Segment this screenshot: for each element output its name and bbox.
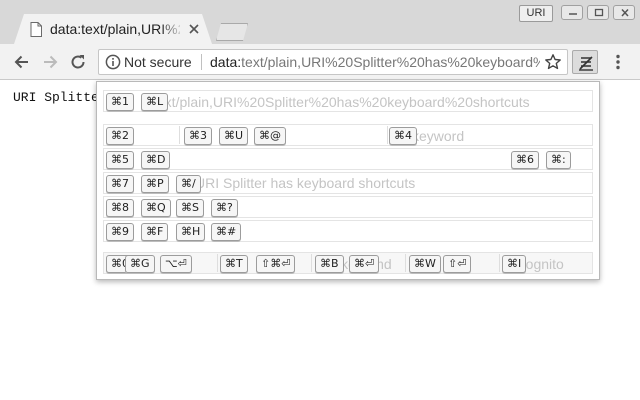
shortcut-key: ⌘2 (106, 127, 134, 145)
arrow-right-icon[interactable] (40, 52, 60, 72)
minimize-button[interactable] (561, 5, 583, 20)
shortcut-key: ⌘5 (106, 151, 134, 169)
shortcut-key[interactable]: ⇧⌘⏎ (256, 255, 296, 273)
close-icon[interactable] (187, 22, 201, 36)
arrow-left-icon[interactable] (12, 52, 32, 72)
new-tab-button[interactable] (216, 23, 248, 41)
uri-splitter-popup: text/plain,URI%20Splitter%20has%20keyboa… (96, 81, 600, 280)
info-icon[interactable] (105, 54, 121, 70)
shortcut-key: ⌘8 (106, 199, 134, 217)
shortcut-key: ⌘D (141, 151, 171, 169)
shortcut-key: ⌘7 (106, 175, 134, 193)
maximize-button[interactable] (587, 5, 609, 20)
shortcut-key: ⌘3 (184, 127, 212, 145)
shortcut-key[interactable]: ⌘W (409, 255, 441, 273)
shortcut-key: ⌘1 (106, 93, 134, 111)
url-text[interactable]: data:text/plain,URI%20Splitter%20has%20k… (210, 54, 540, 70)
shortcut-key[interactable]: ⌘I (502, 255, 527, 273)
field-divider (387, 126, 388, 144)
uri-splitter-extension-button[interactable] (572, 50, 598, 74)
shortcut-key: ⌘4 (389, 127, 417, 145)
shortcut-key[interactable]: ⌘B (315, 255, 344, 273)
keyword-field-text: keyword (412, 128, 465, 144)
shortcut-key[interactable]: ⌥⏎ (160, 255, 192, 273)
url-parts-row (103, 124, 593, 146)
shortcut-key: ⌘L (141, 93, 169, 111)
shortcut-key: ⌘6 (511, 151, 539, 169)
security-label[interactable]: Not secure (124, 54, 192, 70)
uri-splitter-extension-icon (579, 56, 593, 71)
shortcut-key: ⌘# (211, 223, 242, 241)
shortcut-key: ⌘: (546, 151, 571, 169)
tab-title-fade (160, 19, 184, 39)
shortcut-key: ⌘Q (141, 199, 171, 217)
omnibox-divider (201, 54, 202, 70)
close-window-icon (621, 8, 629, 17)
decoded-text: URI Splitter has keyboard shortcuts (195, 175, 416, 191)
star-icon[interactable] (544, 53, 562, 71)
url-rest: text/plain,URI%20Splitter%20has%20keyboa… (241, 54, 540, 70)
maximize-icon (594, 8, 604, 17)
shortcut-key: ⌘@ (254, 127, 286, 145)
shortcut-key: ⌘F (141, 223, 169, 241)
action-divider (405, 254, 406, 272)
shortcut-key: ⌘H (176, 223, 206, 241)
shortcut-key: ⌘/ (176, 175, 201, 193)
shortcut-key: ⌘9 (106, 223, 134, 241)
action-divider (499, 254, 500, 272)
field-divider (179, 126, 180, 144)
shortcut-key[interactable]: ⌘⏎ (349, 255, 380, 273)
page-icon (30, 22, 42, 37)
action-divider (217, 254, 218, 272)
shortcut-key[interactable]: ⌘G (125, 255, 155, 273)
shortcut-key[interactable]: ⌘T (220, 255, 248, 273)
vertical-dots-menu-icon[interactable] (608, 52, 628, 72)
action-divider (311, 254, 312, 272)
profile-badge[interactable]: URI (519, 5, 553, 22)
shortcut-key: ⌘P (141, 175, 169, 193)
shortcut-key[interactable]: ⇧⏎ (443, 255, 472, 273)
minimize-icon (569, 13, 577, 15)
shortcut-key: ⌘? (211, 199, 238, 217)
reload-icon[interactable] (68, 52, 88, 72)
shortcut-key: ⌘U (219, 127, 249, 145)
url-scheme: data: (210, 54, 242, 70)
url-field-text: text/plain,URI%20Splitter%20has%20keyboa… (153, 94, 530, 110)
shortcut-key: ⌘S (176, 199, 204, 217)
close-window-button[interactable] (613, 5, 635, 20)
